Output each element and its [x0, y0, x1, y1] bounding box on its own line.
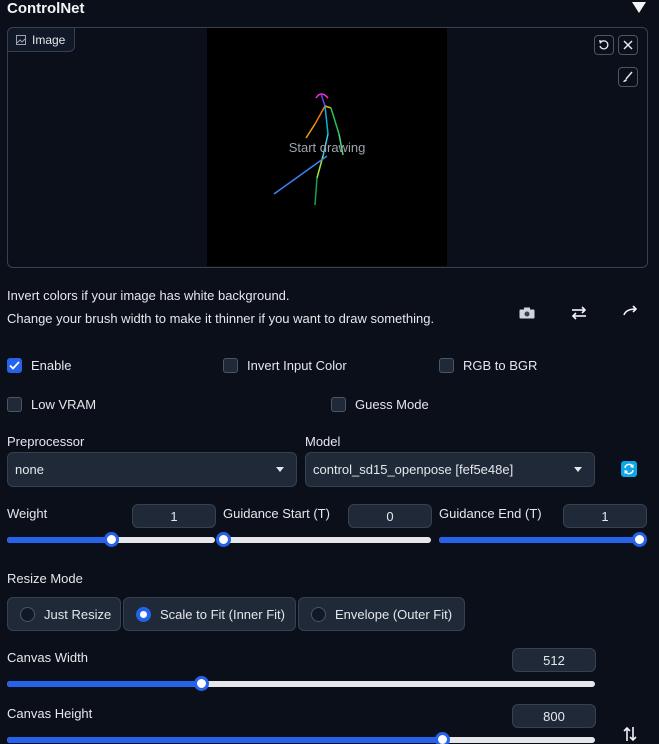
- refresh-icon: [624, 463, 634, 475]
- guidance-end-slider-thumb[interactable]: [632, 532, 647, 547]
- radio-just-resize[interactable]: Just Resize: [7, 597, 121, 631]
- image-icon: [16, 34, 26, 45]
- checkbox-guess-mode-box[interactable]: [331, 397, 346, 412]
- clear-image-button[interactable]: [618, 35, 638, 55]
- guidance-end-slider[interactable]: [439, 532, 647, 547]
- canvas-height-slider-fill: [7, 737, 443, 743]
- weight-slider-fill: [7, 537, 111, 543]
- info-line-brush: Change your brush width to make it thinn…: [7, 311, 435, 326]
- canvas-width-slider[interactable]: [7, 676, 595, 691]
- send-dimensions-button[interactable]: [621, 300, 641, 320]
- checkbox-invert-box[interactable]: [223, 358, 238, 373]
- checkbox-enable-box[interactable]: [7, 358, 22, 373]
- preprocessor-value: none: [15, 462, 44, 477]
- radio-envelope[interactable]: Envelope (Outer Fit): [298, 597, 465, 631]
- model-value: control_sd15_openpose [fef5e48e]: [313, 462, 514, 477]
- guidance-end-input[interactable]: 1: [563, 504, 647, 528]
- invert-input-color-checkbox[interactable]: Invert Input Color: [223, 358, 347, 373]
- section-title: ControlNet: [7, 0, 85, 17]
- image-label: Image: [7, 27, 75, 52]
- weight-slider[interactable]: [7, 532, 215, 547]
- guidance-start-slider[interactable]: [216, 532, 431, 547]
- refresh-models-button[interactable]: [621, 461, 637, 477]
- weight-input[interactable]: 1: [132, 504, 216, 528]
- collapse-triangle-icon[interactable]: [632, 2, 646, 14]
- swap-arrows-icon: [571, 306, 587, 320]
- radio-envelope-label: Envelope (Outer Fit): [335, 606, 453, 622]
- info-line-invert: Invert colors if your image has white ba…: [7, 288, 290, 303]
- canvas-width-input[interactable]: 512: [512, 648, 596, 672]
- rgb-to-bgr-checkbox[interactable]: RGB to BGR: [439, 358, 537, 373]
- canvas-width-slider-fill: [7, 681, 202, 687]
- close-icon: [623, 40, 633, 50]
- canvas-height-input[interactable]: 800: [512, 704, 596, 728]
- guidance-end-label: Guidance End (T): [439, 506, 542, 521]
- canvas-height-slider-thumb[interactable]: [435, 732, 451, 744]
- swap-button[interactable]: [569, 303, 589, 323]
- undo-icon: [599, 40, 609, 50]
- preprocessor-select[interactable]: none: [7, 452, 297, 487]
- swap-vertical-icon: [623, 726, 637, 742]
- guidance-start-input[interactable]: 0: [348, 504, 432, 528]
- invert-input-color-label: Invert Input Color: [247, 358, 347, 373]
- canvas-width-label: Canvas Width: [7, 650, 88, 665]
- enable-checkbox[interactable]: Enable: [7, 358, 71, 373]
- weight-slider-thumb[interactable]: [104, 532, 119, 547]
- swap-dimensions-button[interactable]: [620, 724, 640, 744]
- chevron-down-icon: [276, 467, 284, 472]
- low-vram-checkbox[interactable]: Low VRAM: [7, 397, 96, 412]
- guidance-start-label: Guidance Start (T): [223, 506, 330, 521]
- guess-mode-label: Guess Mode: [355, 397, 429, 412]
- preprocessor-label: Preprocessor: [7, 434, 85, 449]
- corner-up-right-arrow-icon: [623, 305, 638, 316]
- rgb-to-bgr-label: RGB to BGR: [463, 358, 538, 373]
- undo-button[interactable]: [594, 35, 614, 55]
- radio-just-resize-label: Just Resize: [44, 606, 112, 622]
- brush-button[interactable]: [618, 67, 638, 87]
- low-vram-label: Low VRAM: [31, 397, 97, 412]
- checkmark-icon: [9, 361, 20, 370]
- guidance-start-slider-thumb[interactable]: [216, 532, 231, 547]
- checkbox-rgb-box[interactable]: [439, 358, 454, 373]
- model-select[interactable]: control_sd15_openpose [fef5e48e]: [305, 452, 595, 487]
- radio-scale-to-fit[interactable]: Scale to Fit (Inner Fit): [123, 597, 296, 631]
- brush-icon: [623, 71, 633, 82]
- enable-label: Enable: [31, 358, 72, 373]
- weight-label: Weight: [7, 506, 48, 521]
- model-label: Model: [305, 434, 341, 449]
- canvas-hint: Start drawing: [288, 140, 366, 155]
- radio-envelope-dot[interactable]: [311, 606, 326, 622]
- chevron-down-icon: [574, 467, 582, 472]
- canvas-height-label: Canvas Height: [7, 706, 93, 721]
- checkbox-low-vram-box[interactable]: [7, 397, 22, 412]
- canvas-width-slider-thumb[interactable]: [194, 676, 210, 691]
- radio-just-resize-dot[interactable]: [20, 606, 35, 622]
- image-label-text: Image: [32, 32, 66, 47]
- resize-mode-label: Resize Mode: [7, 571, 83, 586]
- camera-icon: [519, 307, 535, 319]
- guess-mode-checkbox[interactable]: Guess Mode: [331, 397, 429, 412]
- radio-scale-to-fit-dot[interactable]: [136, 606, 151, 622]
- canvas-height-slider[interactable]: [7, 732, 595, 744]
- guidance-end-slider-fill: [439, 537, 639, 543]
- radio-scale-to-fit-label: Scale to Fit (Inner Fit): [160, 606, 285, 622]
- camera-button[interactable]: [517, 303, 537, 323]
